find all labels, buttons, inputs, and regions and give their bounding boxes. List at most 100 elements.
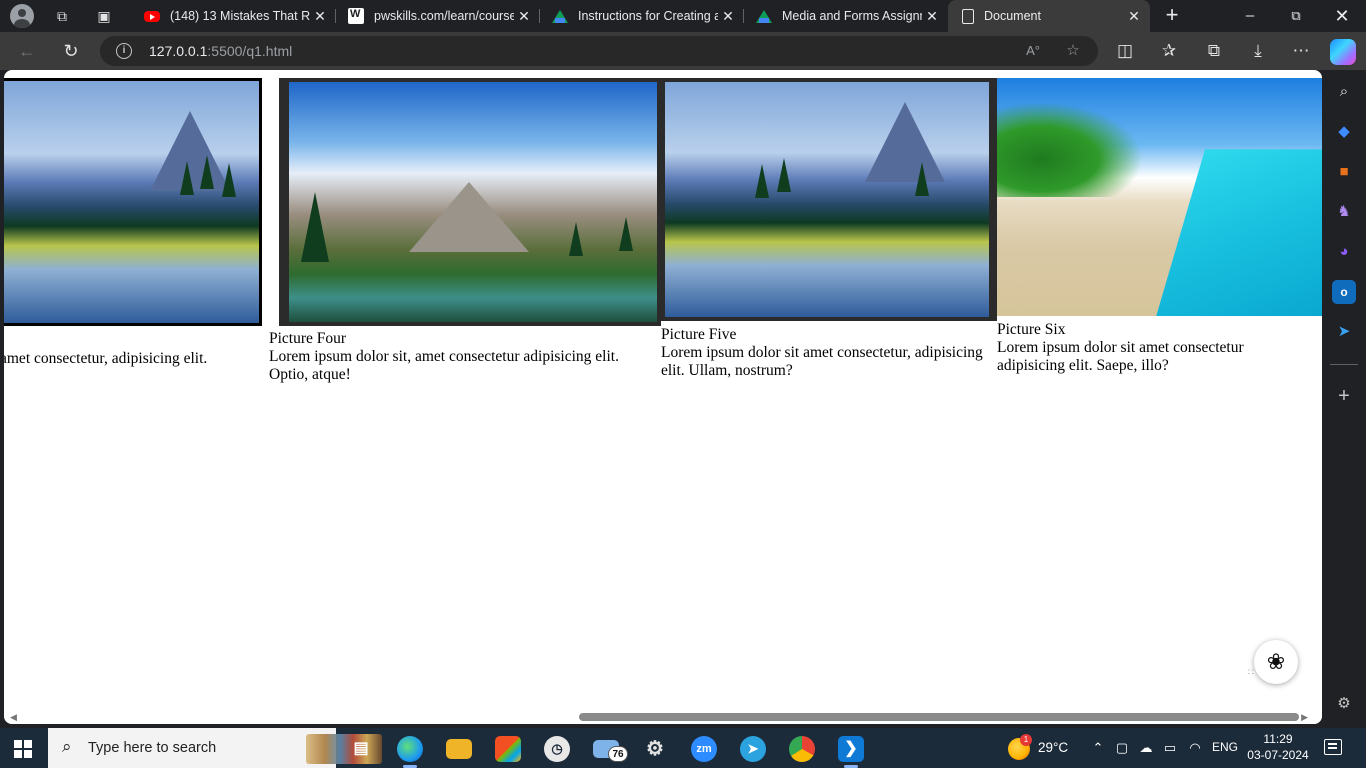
url-text[interactable]: 127.0.0.1:5500/q1.html [149, 43, 292, 59]
tab-title: pwskills.com/learn/course/ [374, 9, 514, 23]
navigation-bar: ← ↻ i 127.0.0.1:5500/q1.html A° ☆ ◫ ✰ ⧉ … [0, 32, 1366, 70]
microsoft-365-icon[interactable]: ◕ [1332, 240, 1356, 264]
task-view-icon[interactable]: ▤ [348, 736, 374, 762]
tree-shape [222, 163, 236, 197]
weather-icon[interactable]: 1 [1008, 734, 1032, 760]
settings-icon[interactable]: ⚙ [1332, 692, 1356, 716]
caption-title: Picture Six [997, 321, 1066, 338]
site-info-icon[interactable]: i [116, 43, 132, 59]
clock-date: 03-07-2024 [1247, 748, 1309, 762]
tab-media-forms[interactable]: Media and Forms Assignment ✕ [744, 0, 948, 32]
tropical-beach-photo [997, 78, 1322, 316]
palm-trees-shape [997, 101, 1144, 197]
windows-start-icon[interactable] [14, 740, 32, 758]
file-explorer-icon[interactable] [446, 739, 472, 759]
favorite-star-icon[interactable]: ☆ [1062, 41, 1084, 61]
workspaces-icon[interactable]: ⧉ [52, 6, 72, 26]
device-icon[interactable]: ▢ [1113, 739, 1131, 757]
tab-close-icon[interactable]: ✕ [310, 8, 330, 25]
tab-title: Media and Forms Assignment [782, 9, 922, 23]
horizontal-scrollbar[interactable]: ◀ ▶ [4, 710, 1322, 724]
edge-browser-icon[interactable] [397, 736, 423, 762]
tree-shape [619, 217, 633, 251]
more-menu-icon[interactable]: ⋯ [1288, 39, 1314, 63]
caption-body: Lorem ipsum dolor sit amet consectetur a… [997, 339, 1244, 374]
vscode-icon[interactable]: ❯ [838, 736, 864, 762]
refresh-icon[interactable]: ↻ [58, 39, 84, 63]
caption-body: amet consectetur, adipisicing elit. [4, 350, 208, 367]
outlook-icon[interactable]: o [1332, 280, 1356, 304]
clock-app-icon[interactable]: ◷ [544, 736, 570, 762]
back-arrow-icon[interactable]: ← [14, 39, 40, 63]
microsoft-store-icon[interactable] [495, 736, 521, 762]
copilot-icon[interactable] [1330, 39, 1356, 65]
tab-title: (148) 13 Mistakes That Ruin [170, 9, 310, 23]
collections-icon[interactable]: ⧉ [1201, 39, 1227, 63]
telegram-icon[interactable]: ➤ [740, 736, 766, 762]
tab-close-icon[interactable]: ✕ [718, 8, 738, 25]
send-icon[interactable]: ➤ [1332, 320, 1356, 344]
language-indicator[interactable]: ENG [1212, 740, 1238, 754]
drag-handle-icon[interactable]: ∷ [1248, 668, 1254, 677]
downloads-icon[interactable]: ⤓ [1245, 39, 1271, 63]
page-viewport: amet consectetur, adipisicing elit. Pict… [4, 70, 1322, 724]
assistant-fab-button[interactable]: ❀ ∷ [1248, 640, 1298, 684]
restore-button[interactable]: ⧉ [1274, 4, 1318, 28]
search-icon[interactable]: ⌕ [1332, 80, 1356, 104]
clock-time: 11:29 [1263, 732, 1293, 746]
url-path: :5500/q1.html [207, 43, 293, 59]
scrollbar-thumb[interactable] [579, 713, 1299, 721]
youtube-icon [144, 10, 160, 22]
caption-title: Picture Four [269, 330, 347, 347]
tab-youtube[interactable]: (148) 13 Mistakes That Ruin ✕ [132, 0, 336, 32]
tab-instructions[interactable]: Instructions for Creating a ✕ [540, 0, 744, 32]
chevron-up-icon[interactable]: ⌃ [1089, 739, 1107, 757]
sea-shape [1156, 149, 1322, 316]
tab-close-icon[interactable]: ✕ [922, 8, 942, 25]
battery-icon[interactable]: ▭ [1161, 739, 1179, 757]
wifi-icon[interactable]: ◠ [1186, 739, 1204, 757]
shopping-tag-icon[interactable]: ◆ [1332, 120, 1356, 144]
mountain-shape [865, 102, 945, 182]
split-screen-icon[interactable]: ◫ [1112, 39, 1138, 63]
tab-close-icon[interactable]: ✕ [1124, 8, 1144, 25]
scroll-left-icon[interactable]: ◀ [10, 712, 17, 723]
google-drive-icon [756, 8, 772, 24]
weather-alert-badge: 1 [1020, 734, 1032, 746]
scroll-right-icon[interactable]: ▶ [1301, 712, 1308, 723]
chrome-icon[interactable] [789, 736, 815, 762]
tab-title: Document [984, 9, 1041, 23]
new-tab-button[interactable]: + [1160, 4, 1184, 28]
weather-temperature[interactable]: 29°C [1038, 740, 1068, 755]
favorites-icon[interactable]: ✰ [1156, 39, 1182, 63]
read-aloud-icon[interactable]: A° [1022, 41, 1044, 61]
games-icon[interactable]: ♞ [1332, 200, 1356, 224]
notifications-icon[interactable] [1324, 739, 1342, 755]
tree-shape [777, 158, 791, 192]
tree-shape [301, 192, 329, 262]
picture-caption: amet consectetur, adipisicing elit. [4, 350, 262, 368]
zoom-app-icon[interactable]: zm [691, 736, 717, 762]
tab-actions-icon[interactable]: ▣ [94, 6, 114, 26]
picture-gallery: amet consectetur, adipisicing elit. Pict… [4, 70, 1322, 710]
mail-unread-badge: 76 [608, 746, 628, 762]
settings-gear-icon[interactable]: ⚙ [642, 736, 668, 762]
onedrive-cloud-icon[interactable]: ☁ [1137, 739, 1155, 757]
picture-caption: Picture Six Lorem ipsum dolor sit amet c… [997, 321, 1267, 375]
edge-sidebar: ⌕ ◆ ■ ♞ ◕ o ➤ + ⚙ [1322, 70, 1366, 724]
taskbar-search-box[interactable]: ⌕ Type here to search [48, 728, 382, 768]
tab-close-icon[interactable]: ✕ [514, 8, 534, 25]
tools-icon[interactable]: ■ [1332, 160, 1356, 184]
google-drive-icon [552, 8, 568, 24]
close-window-button[interactable]: ✕ [1320, 4, 1364, 28]
add-icon[interactable]: + [1332, 384, 1356, 408]
tab-document[interactable]: Document ✕ [948, 0, 1150, 32]
profile-avatar-icon[interactable] [10, 4, 34, 28]
minimize-button[interactable]: – [1228, 4, 1272, 28]
system-clock[interactable]: 11:29 03-07-2024 [1244, 731, 1312, 763]
tab-pwskills[interactable]: pwskills.com/learn/course/ ✕ [336, 0, 540, 32]
address-bar[interactable]: i 127.0.0.1:5500/q1.html A° ☆ [100, 36, 1098, 66]
mountain-lake-photo [4, 78, 262, 326]
picture-caption: Picture Four Lorem ipsum dolor sit, amet… [269, 330, 661, 384]
mountain-lake-photo [661, 78, 997, 321]
